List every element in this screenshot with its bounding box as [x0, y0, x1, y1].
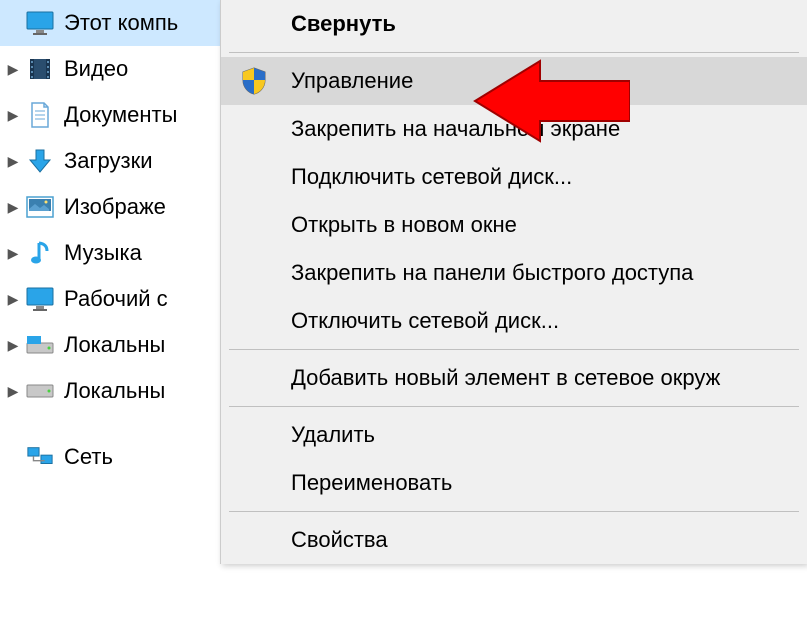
desktop-icon — [26, 285, 54, 313]
menu-separator — [229, 511, 799, 512]
menu-item-delete[interactable]: Удалить — [221, 411, 807, 459]
menu-label: Подключить сетевой диск... — [291, 164, 572, 190]
menu-item-open-new-window[interactable]: Открыть в новом окне — [221, 201, 807, 249]
menu-item-rename[interactable]: Переименовать — [221, 459, 807, 507]
chevron-icon: ▶ — [4, 383, 22, 400]
menu-label: Свернуть — [291, 11, 396, 37]
menu-label: Переименовать — [291, 470, 452, 496]
tree-label: Изображе — [64, 194, 166, 220]
film-icon — [26, 55, 54, 83]
drive-icon — [26, 377, 54, 405]
menu-separator — [229, 52, 799, 53]
menu-label: Отключить сетевой диск... — [291, 308, 559, 334]
menu-separator — [229, 406, 799, 407]
chevron-icon: ▶ — [4, 199, 22, 216]
chevron-icon: ▶ — [4, 61, 22, 78]
tree-item-desktop[interactable]: ▶ Рабочий с — [0, 276, 230, 322]
tree-item-this-pc[interactable]: ▶ Этот компь — [0, 0, 230, 46]
tree-label: Музыка — [64, 240, 142, 266]
chevron-icon: ▶ — [4, 337, 22, 354]
menu-separator — [229, 349, 799, 350]
menu-item-pin-quick[interactable]: Закрепить на панели быстрого доступа — [221, 249, 807, 297]
tree-item-music[interactable]: ▶ Музыка — [0, 230, 230, 276]
chevron-icon: ▶ — [4, 107, 22, 124]
download-arrow-icon — [26, 147, 54, 175]
tree-label: Рабочий с — [64, 286, 168, 312]
menu-label: Закрепить на панели быстрого доступа — [291, 260, 693, 286]
picture-icon — [26, 193, 54, 221]
chevron-icon: ▶ — [4, 291, 22, 308]
menu-label: Добавить новый элемент в сетевое окруж — [291, 365, 720, 391]
shield-icon — [241, 67, 291, 95]
menu-item-collapse[interactable]: Свернуть — [221, 0, 807, 48]
drive-icon — [26, 331, 54, 359]
chevron-icon: ▶ — [4, 153, 22, 170]
tree-label: Загрузки — [64, 148, 153, 174]
chevron-icon: ▶ — [4, 245, 22, 262]
menu-item-manage[interactable]: Управление — [221, 57, 807, 105]
tree-item-local-disk-2[interactable]: ▶ Локальны — [0, 368, 230, 414]
menu-label: Открыть в новом окне — [291, 212, 517, 238]
menu-item-add-network-location[interactable]: Добавить новый элемент в сетевое окруж — [221, 354, 807, 402]
menu-label: Свойства — [291, 527, 388, 553]
menu-label: Закрепить на начальном экране — [291, 116, 620, 142]
menu-label: Удалить — [291, 422, 375, 448]
context-menu: Свернуть Управление Закрепить на начальн… — [220, 0, 807, 564]
music-note-icon — [26, 239, 54, 267]
network-icon — [26, 443, 54, 471]
tree-item-pictures[interactable]: ▶ Изображе — [0, 184, 230, 230]
tree-item-documents[interactable]: ▶ Документы — [0, 92, 230, 138]
tree-label: Сеть — [64, 444, 113, 470]
tree-label: Локальны — [64, 332, 165, 358]
tree-item-videos[interactable]: ▶ Видео — [0, 46, 230, 92]
tree-label: Видео — [64, 56, 128, 82]
tree-item-local-disk-1[interactable]: ▶ Локальны — [0, 322, 230, 368]
menu-label: Управление — [291, 68, 413, 94]
tree-label: Этот компь — [64, 10, 178, 36]
tree-label: Локальны — [64, 378, 165, 404]
monitor-icon — [26, 9, 54, 37]
tree-item-downloads[interactable]: ▶ Загрузки — [0, 138, 230, 184]
menu-item-pin-start[interactable]: Закрепить на начальном экране — [221, 105, 807, 153]
menu-item-map-drive[interactable]: Подключить сетевой диск... — [221, 153, 807, 201]
document-icon — [26, 101, 54, 129]
tree-item-network[interactable]: ▶ Сеть — [0, 434, 230, 480]
menu-item-properties[interactable]: Свойства — [221, 516, 807, 564]
menu-item-disconnect-drive[interactable]: Отключить сетевой диск... — [221, 297, 807, 345]
tree-label: Документы — [64, 102, 177, 128]
navigation-tree: ▶ Этот компь ▶ Видео ▶ Документы ▶ Загру… — [0, 0, 230, 480]
